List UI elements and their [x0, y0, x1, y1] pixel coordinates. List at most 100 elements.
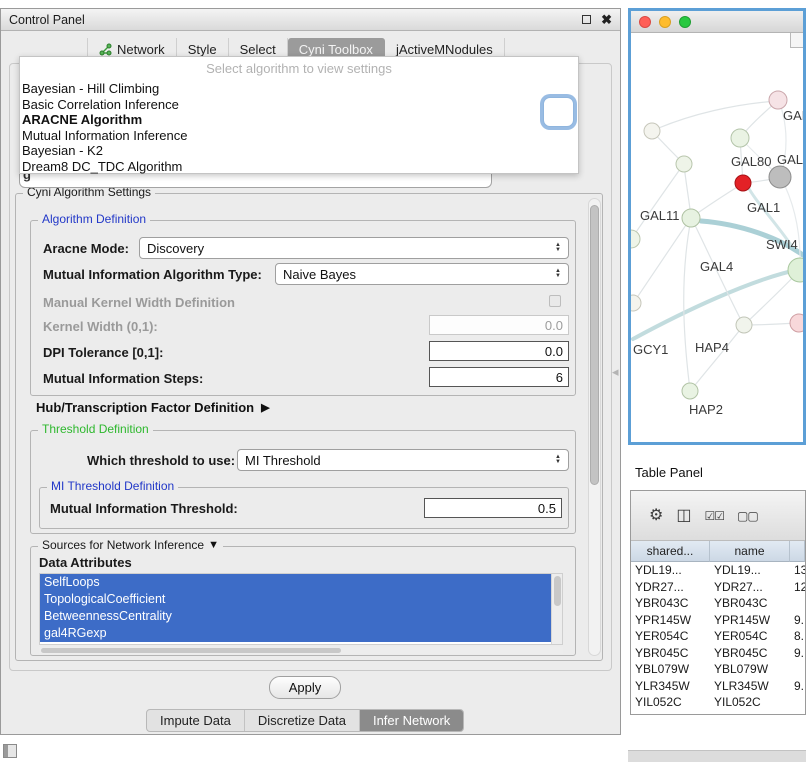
data-attributes-label: Data Attributes [39, 555, 132, 570]
table-row[interactable]: YIL052C YIL052C [631, 694, 805, 711]
network-node[interactable] [735, 175, 751, 191]
network-node[interactable] [788, 258, 803, 282]
attribute-item[interactable]: BetweennessCentrality [40, 608, 553, 625]
kernel-width-field[interactable]: 0.0 [429, 315, 569, 335]
network-edge[interactable] [632, 165, 683, 238]
tab-label: jActiveMNodules [396, 42, 493, 57]
network-window-titlebar[interactable] [631, 11, 803, 33]
close-traffic-light-icon[interactable] [639, 16, 651, 28]
table-row[interactable]: YBR043C YBR043C [631, 595, 805, 612]
aracne-mode-select[interactable]: Discovery ▲▼ [139, 237, 569, 259]
control-panel-window: Control Panel ✖ Network Style Select [0, 8, 621, 735]
settings-scrollbar[interactable] [588, 198, 601, 656]
table-panel-window: ⚙ ◫ ☑☑ ▢▢ shared... name YDL19... YDL19.… [630, 490, 806, 715]
network-edge[interactable] [684, 219, 691, 390]
collapse-down-icon: ▼ [208, 539, 219, 551]
algorithm-option[interactable]: Mutual Information Inference [20, 128, 578, 144]
table-row[interactable]: YDR27... YDR27... 12 [631, 579, 805, 596]
network-edge[interactable] [781, 178, 800, 269]
network-node[interactable] [769, 91, 787, 109]
tab-label: Network [117, 42, 165, 57]
minimize-traffic-light-icon[interactable] [659, 16, 671, 28]
network-node[interactable] [682, 383, 698, 399]
network-canvas[interactable]: GAL8GAL80GAL10GAL11GAL1SWI4GAL4GCY1HAP4H… [631, 33, 803, 442]
threshold-definition-group: Threshold Definition Which threshold to … [30, 430, 576, 534]
manual-kernel-checkbox[interactable] [549, 295, 561, 307]
network-node[interactable] [644, 123, 660, 139]
scrollbar-thumb[interactable] [554, 576, 561, 606]
mi-steps-field[interactable]: 6 [429, 367, 569, 387]
float-window-icon[interactable] [582, 15, 591, 24]
table-row[interactable]: YER054C YER054C 8. [631, 628, 805, 645]
mi-threshold-value: 0.5 [538, 501, 556, 516]
attribute-item[interactable]: gal4RGexp [40, 625, 553, 642]
zoom-traffic-light-icon[interactable] [679, 16, 691, 28]
sources-group-title[interactable]: Sources for Network Inference ▼ [38, 538, 223, 552]
network-edge[interactable] [654, 101, 777, 130]
threshold-definition-title: Threshold Definition [38, 422, 153, 436]
algorithm-option[interactable]: Dream8 DC_TDC Algorithm [20, 159, 578, 175]
network-node[interactable] [631, 295, 641, 311]
attribute-item[interactable]: TopologicalCoefficient [40, 591, 553, 608]
tab-impute-data[interactable]: Impute Data [147, 710, 245, 731]
cyni-algorithm-settings-group: Cyni Algorithm Settings Algorithm Defini… [15, 193, 603, 661]
mi-type-select[interactable]: Naive Bayes ▲▼ [275, 263, 569, 285]
table-row[interactable]: YBL079W YBL079W [631, 661, 805, 678]
data-attributes-list: SelfLoops TopologicalCoefficient Between… [39, 573, 563, 645]
mi-threshold-field[interactable]: 0.5 [424, 498, 562, 518]
algorithm-option-selected[interactable]: ARACNE Algorithm [20, 112, 578, 128]
table-row[interactable]: YPR145W YPR145W 9. [631, 612, 805, 629]
scrollbar-thumb[interactable] [41, 648, 341, 653]
network-node[interactable] [631, 230, 640, 248]
cell-name: YBR043C [710, 595, 790, 612]
select-all-icon[interactable]: ☑☑ [704, 510, 724, 522]
network-edge[interactable] [634, 219, 690, 302]
table-row[interactable]: YBR045C YBR045C 9. [631, 645, 805, 662]
network-edge[interactable] [745, 271, 799, 324]
column-header[interactable]: name [710, 541, 790, 562]
cell-value [790, 661, 805, 678]
apply-button[interactable]: Apply [269, 676, 341, 699]
canvas-scrollbar-corner[interactable] [790, 33, 803, 48]
network-node[interactable] [769, 166, 791, 188]
node-label: GAL10 [777, 152, 803, 167]
algorithm-option[interactable]: Bayesian - Hill Climbing [20, 81, 578, 97]
algorithm-option[interactable]: Basic Correlation Inference [20, 97, 578, 113]
column-header[interactable]: shared... [631, 541, 710, 562]
settings-gear-icon[interactable]: ⚙ [649, 508, 663, 524]
dpi-tolerance-field[interactable]: 0.0 [429, 341, 569, 361]
cell-value: 13 [790, 562, 805, 579]
network-node[interactable] [790, 314, 803, 332]
table-body: YDL19... YDL19... 13 YDR27... YDR27... 1… [631, 562, 805, 711]
column-header[interactable] [790, 541, 805, 562]
panel-collapse-icon[interactable]: ◂ [612, 364, 619, 380]
column-selector-icon[interactable]: ◫ [676, 508, 691, 524]
attribute-item[interactable]: SelfLoops [40, 574, 553, 591]
list-vertical-scrollbar[interactable] [551, 574, 562, 644]
cell-shared-name: YBR043C [631, 595, 710, 612]
cell-shared-name: YBL079W [631, 661, 710, 678]
network-node[interactable] [736, 317, 752, 333]
scrollbar-thumb[interactable] [590, 205, 599, 485]
deselect-all-icon[interactable]: ▢▢ [737, 510, 758, 522]
focused-combo-button[interactable] [543, 97, 574, 127]
network-node[interactable] [682, 209, 700, 227]
network-edge[interactable] [692, 184, 742, 217]
tab-discretize-data[interactable]: Discretize Data [245, 710, 360, 731]
algorithm-option[interactable]: Bayesian - K2 [20, 143, 578, 159]
close-icon[interactable]: ✖ [601, 13, 612, 26]
table-row[interactable]: YDL19... YDL19... 13 [631, 562, 805, 579]
network-node[interactable] [676, 156, 692, 172]
sidebar-toggle-icon[interactable] [3, 744, 17, 758]
network-edge[interactable] [633, 269, 801, 339]
combo-arrows-icon: ▲▼ [555, 269, 561, 279]
which-threshold-select[interactable]: MI Threshold ▲▼ [237, 449, 569, 471]
tab-infer-network[interactable]: Infer Network [360, 710, 463, 731]
list-horizontal-scrollbar[interactable] [39, 647, 563, 654]
network-node[interactable] [731, 129, 749, 147]
table-row[interactable]: YLR345W YLR345W 9. [631, 678, 805, 695]
network-edge[interactable] [691, 326, 743, 390]
cell-name: YLR345W [710, 678, 790, 695]
hub-definition-toggle[interactable]: Hub/Transcription Factor Definition ▶ [36, 400, 270, 415]
aracne-mode-label: Aracne Mode: [43, 241, 129, 256]
